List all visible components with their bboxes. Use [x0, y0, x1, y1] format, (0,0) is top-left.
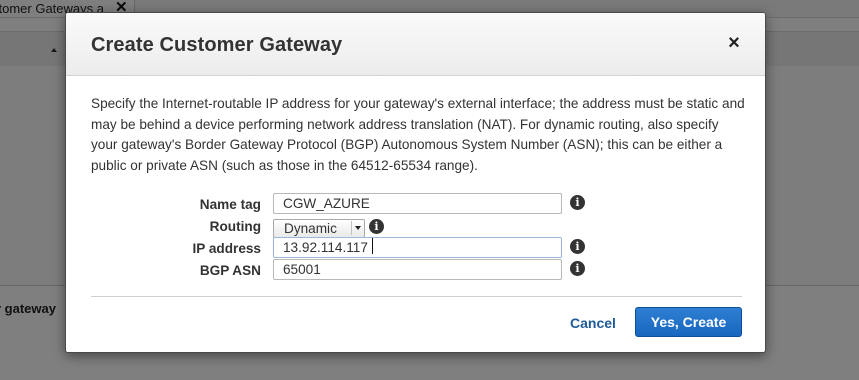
create-customer-gateway-dialog: Create Customer Gateway × Specify the In… — [65, 12, 766, 353]
cancel-button[interactable]: Cancel — [570, 315, 616, 331]
name-tag-info-icon[interactable]: i — [570, 195, 585, 210]
close-dialog-icon[interactable]: × — [725, 33, 743, 53]
bgp-asn-input[interactable] — [273, 259, 562, 280]
bgp-asn-label: BGP ASN — [199, 263, 261, 278]
bgp-asn-info-icon[interactable]: i — [570, 261, 585, 276]
ip-address-info-icon[interactable]: i — [570, 239, 585, 254]
dialog-description: Specify the Internet-routable IP address… — [91, 96, 745, 173]
ip-address-input[interactable] — [273, 237, 562, 258]
routing-select[interactable]: Dynamic — [273, 219, 365, 238]
name-tag-label: Name tag — [199, 197, 261, 212]
ip-address-label: IP address — [192, 241, 261, 256]
text-cursor — [372, 238, 373, 254]
dialog-header: Create Customer Gateway × — [66, 13, 765, 76]
dialog-title: Create Customer Gateway — [91, 34, 343, 56]
footer-divider — [91, 296, 742, 297]
routing-label: Routing — [209, 219, 261, 234]
name-tag-input[interactable] — [273, 193, 562, 214]
yes-create-button[interactable]: Yes, Create — [635, 307, 742, 337]
routing-info-icon[interactable]: i — [369, 219, 384, 234]
routing-select-value: Dynamic — [284, 221, 337, 236]
chevron-down-icon — [351, 221, 363, 235]
